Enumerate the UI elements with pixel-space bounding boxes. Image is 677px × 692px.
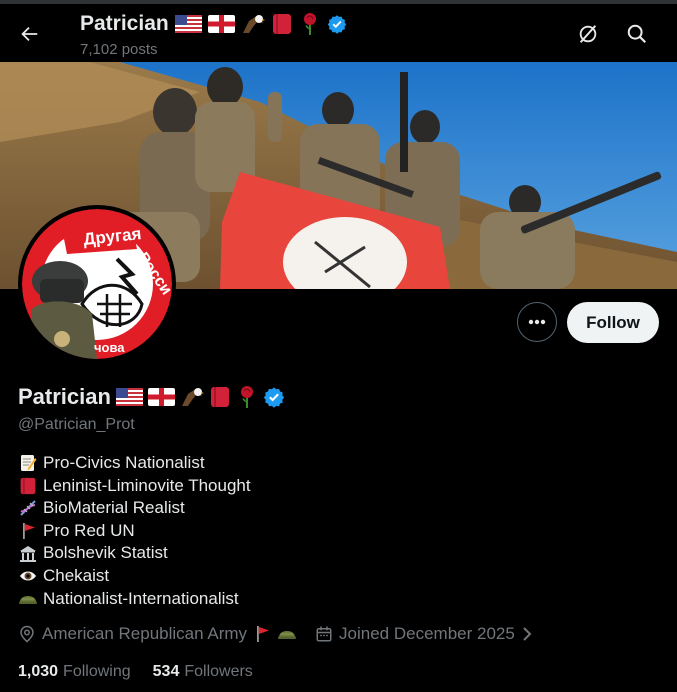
verified-badge-icon — [327, 14, 347, 34]
search-button[interactable] — [622, 19, 652, 49]
profile-name-row: Patrician — [18, 384, 285, 410]
bio-line: BioMaterial Realist — [18, 497, 251, 520]
england-flag-icon — [147, 388, 175, 406]
bio-line: Bolshevik Statist — [18, 542, 251, 565]
follow-counts: 1,030 Following 534 Followers — [18, 663, 253, 681]
bio-text: Bolshevik Statist — [43, 543, 168, 563]
us-flag-icon — [115, 388, 143, 406]
header-display-name: Patrician — [80, 12, 169, 35]
military-helmet-icon — [18, 589, 38, 609]
bio-text: Nationalist-Internationalist — [43, 588, 239, 608]
red-flag-icon — [253, 625, 271, 643]
classical-building-icon — [18, 544, 38, 564]
grok-button[interactable] — [573, 19, 603, 49]
military-helmet-icon — [277, 626, 297, 642]
more-horizontal-icon — [528, 319, 546, 325]
rose-icon — [236, 385, 258, 409]
profile-meta: American Republican Army Joined December… — [18, 624, 533, 644]
following-link[interactable]: 1,030 Following — [18, 663, 131, 681]
red-book-icon — [18, 476, 38, 496]
more-options-button[interactable] — [517, 302, 557, 342]
follow-button[interactable]: Follow — [567, 302, 659, 343]
back-button[interactable] — [12, 17, 46, 51]
post-count: 7,102 posts — [80, 41, 158, 58]
bio-text: Leninist-Liminovite Thought — [43, 475, 251, 495]
profile-handle: @Patrician_Prot — [18, 416, 135, 433]
bio-line: Pro Red UN — [18, 520, 251, 543]
location: American Republican Army — [18, 624, 297, 644]
svg-text:чова: чова — [94, 340, 125, 355]
followers-label: Followers — [184, 663, 253, 680]
chevron-right-icon — [523, 627, 532, 641]
location-text: American Republican Army — [42, 624, 248, 643]
following-count: 1,030 — [18, 663, 59, 680]
red-flag-icon — [18, 521, 38, 541]
red-book-icon — [209, 386, 231, 408]
eye-icon — [18, 566, 38, 586]
dna-icon — [18, 498, 38, 518]
memo-icon — [18, 453, 38, 473]
joined-text: Joined December 2025 — [339, 624, 515, 643]
location-pin-icon — [20, 625, 34, 643]
bio-line: Pro-Civics Nationalist — [18, 452, 251, 475]
arrow-left-icon — [21, 26, 38, 42]
us-flag-icon — [174, 15, 202, 33]
eagle-icon — [180, 386, 204, 408]
profile-avatar[interactable]: Другая Росси чова — [18, 205, 176, 363]
red-book-icon — [271, 13, 293, 35]
england-flag-icon — [207, 15, 235, 33]
verified-badge-icon[interactable] — [263, 386, 285, 408]
bio-text: Pro-Civics Nationalist — [43, 453, 205, 472]
joined-date[interactable]: Joined December 2025 — [315, 624, 533, 644]
bio-line: Leninist-Liminovite Thought — [18, 475, 251, 498]
calendar-icon — [316, 626, 332, 642]
followers-count: 534 — [152, 663, 180, 680]
bio-text: Chekaist — [43, 565, 110, 585]
bio-line: Nationalist-Internationalist — [18, 588, 251, 611]
bio-text: Pro Red UN — [43, 520, 135, 540]
following-label: Following — [63, 663, 131, 680]
followers-link[interactable]: 534 Followers — [153, 663, 253, 681]
eagle-icon — [241, 13, 265, 35]
grok-icon — [579, 25, 597, 43]
avatar-image: Другая Росси чова — [22, 209, 172, 359]
search-icon — [627, 24, 647, 44]
profile-display-name: Patrician — [18, 384, 111, 409]
header-name-row: Patrician — [80, 12, 347, 36]
rose-icon — [299, 12, 321, 36]
profile-bio: Pro-Civics Nationalist Leninist-Liminovi… — [18, 452, 251, 610]
profile-header-bar: Patrician 7,102 posts — [0, 4, 677, 62]
bio-text: BioMaterial Realist — [43, 498, 185, 518]
bio-line: Chekaist — [18, 565, 251, 588]
